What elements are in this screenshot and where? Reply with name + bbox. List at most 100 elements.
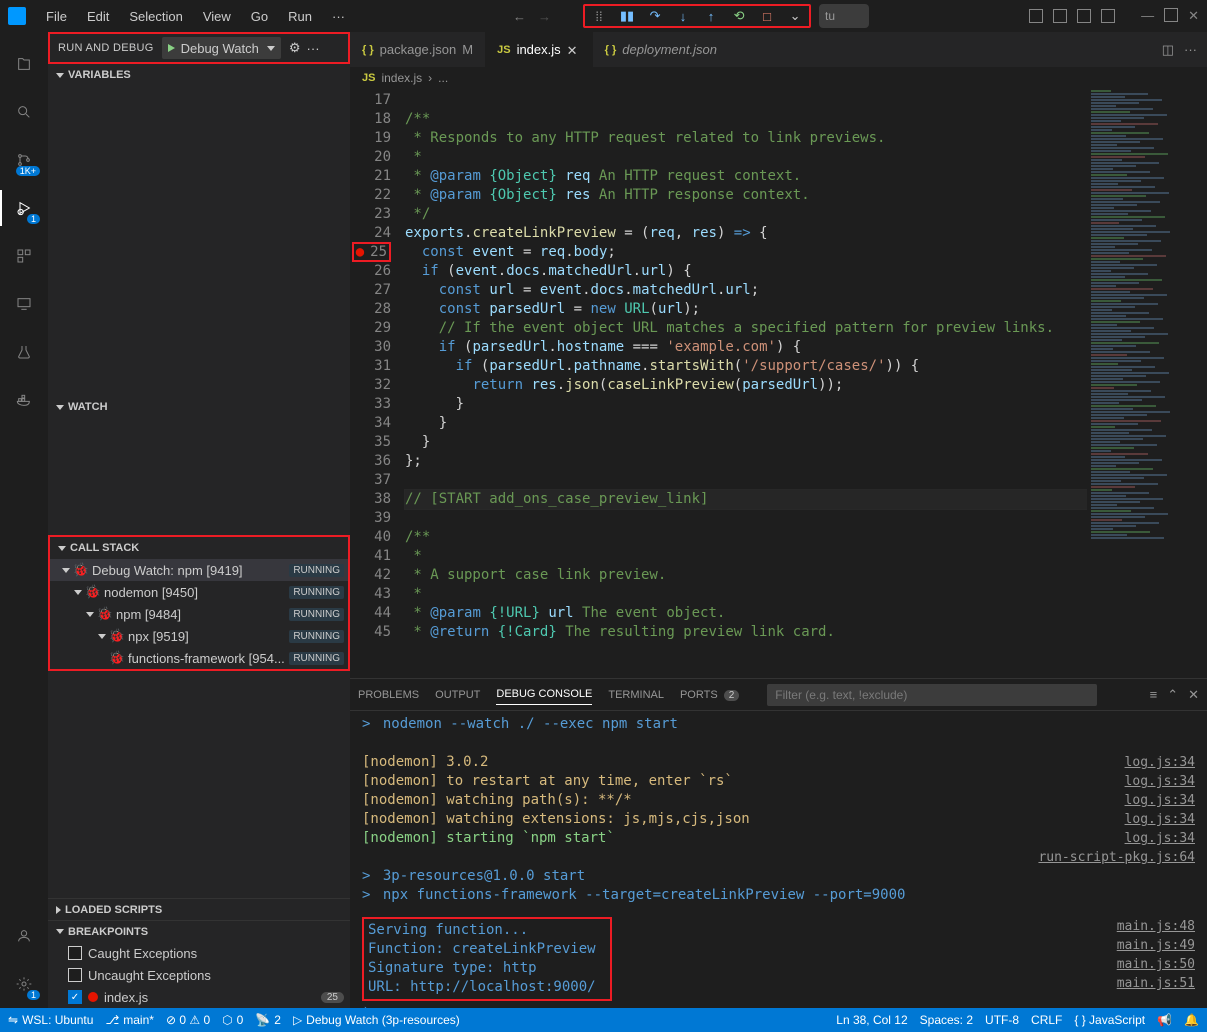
- menu-edit[interactable]: Edit: [79, 5, 117, 28]
- tab-index-js[interactable]: JS index.js ✕: [485, 32, 593, 67]
- git-branch[interactable]: ⎇ main*: [105, 1013, 154, 1027]
- window-minimize-icon[interactable]: —: [1141, 8, 1154, 24]
- window-close-icon[interactable]: ✕: [1188, 8, 1199, 24]
- editor-body[interactable]: 1718192021222324●25262728293031323334353…: [350, 89, 1207, 678]
- menu-view[interactable]: View: [195, 5, 239, 28]
- minimap[interactable]: [1087, 89, 1207, 678]
- watch-header[interactable]: WATCH: [48, 396, 350, 418]
- call-stack-item[interactable]: 🐞 npm [9484] RUNNING: [50, 603, 348, 625]
- menu-file[interactable]: File: [38, 5, 75, 28]
- remote-explorer-icon[interactable]: [0, 280, 48, 328]
- drag-handle-icon[interactable]: ⁞⁞: [591, 8, 607, 24]
- nav-forward-icon[interactable]: →: [538, 9, 551, 24]
- layout-primary-icon[interactable]: [1029, 9, 1043, 23]
- checkbox-icon[interactable]: [68, 946, 82, 960]
- call-stack-item[interactable]: 🐞 Debug Watch: npm [9419] RUNNING: [50, 559, 348, 581]
- remote-name: WSL: Ubuntu: [22, 1013, 93, 1027]
- feedback-icon[interactable]: 📢: [1157, 1013, 1172, 1027]
- eol-status[interactable]: CRLF: [1031, 1013, 1062, 1027]
- panel-tab-terminal[interactable]: TERMINAL: [608, 685, 664, 705]
- panel-tab-debug-console[interactable]: DEBUG CONSOLE: [496, 684, 592, 705]
- docker-icon[interactable]: [0, 376, 48, 424]
- breakpoint-caught-exceptions[interactable]: Caught Exceptions: [48, 942, 350, 964]
- window-maximize-icon[interactable]: [1164, 8, 1178, 22]
- tab-deployment-json[interactable]: { } deployment.json: [593, 32, 729, 67]
- breadcrumb-item[interactable]: index.js: [381, 71, 422, 85]
- tab-bar-more-icon[interactable]: ···: [1184, 42, 1197, 58]
- debug-console-filter-input[interactable]: Filter (e.g. text, !exclude): [767, 684, 1097, 706]
- explorer-icon[interactable]: [0, 40, 48, 88]
- step-out-icon[interactable]: ↑: [703, 8, 719, 24]
- restart-icon[interactable]: ⟲: [731, 8, 747, 24]
- menu-selection[interactable]: Selection: [121, 5, 190, 28]
- call-stack-item[interactable]: 🐞 functions-framework [954... RUNNING: [50, 647, 348, 669]
- loaded-scripts-header[interactable]: LOADED SCRIPTS: [48, 898, 350, 920]
- remote-indicator[interactable]: ⇋ WSL: Ubuntu: [8, 1013, 93, 1027]
- testing-icon[interactable]: [0, 328, 48, 376]
- debug-console-output[interactable]: > nodemon --watch ./ --exec npm start [n…: [350, 711, 1207, 1008]
- status-ports[interactable]: 📡 2: [255, 1013, 281, 1027]
- gear-icon[interactable]: ⚙: [289, 40, 301, 56]
- start-debug-icon[interactable]: [168, 44, 175, 52]
- language-mode[interactable]: { } JavaScript: [1074, 1013, 1145, 1027]
- panel-tab-ports[interactable]: PORTS 2: [680, 685, 739, 705]
- step-over-icon[interactable]: ↷: [647, 8, 663, 24]
- breakpoints-header[interactable]: BREAKPOINTS: [48, 920, 350, 942]
- breakpoint-file[interactable]: ✓ index.js 25: [48, 986, 350, 1008]
- breadcrumb-item[interactable]: ...: [438, 71, 448, 85]
- status-misc-0[interactable]: ⬡ 0: [222, 1013, 243, 1027]
- checkbox-checked-icon[interactable]: ✓: [68, 990, 82, 1004]
- layout-secondary-icon[interactable]: [1077, 9, 1091, 23]
- menu-run[interactable]: Run: [280, 5, 320, 28]
- call-stack-header[interactable]: CALL STACK: [50, 537, 348, 559]
- layout-customize-icon[interactable]: [1101, 9, 1115, 23]
- pause-icon[interactable]: ▮▮: [619, 8, 635, 24]
- call-stack-item[interactable]: 🐞 npx [9519] RUNNING: [50, 625, 348, 647]
- chevron-down-icon: [58, 546, 66, 551]
- debug-session-status[interactable]: ▷ Debug Watch (3p-resources): [293, 1013, 460, 1027]
- split-editor-icon[interactable]: ◫: [1162, 42, 1174, 58]
- layout-panel-icon[interactable]: [1053, 9, 1067, 23]
- tab-package-json[interactable]: { } package.json M: [350, 32, 485, 67]
- step-into-icon[interactable]: ↓: [675, 8, 691, 24]
- source-control-icon[interactable]: 1K+: [0, 136, 48, 184]
- nav-back-icon[interactable]: ←: [513, 9, 526, 24]
- stop-icon[interactable]: □: [759, 8, 775, 24]
- accounts-icon[interactable]: [0, 912, 48, 960]
- cursor-position[interactable]: Ln 38, Col 12: [836, 1013, 907, 1027]
- vscode-logo-icon: [8, 7, 26, 25]
- breakpoint-label: Uncaught Exceptions: [88, 968, 211, 983]
- more-icon[interactable]: ···: [307, 41, 320, 56]
- settings-icon[interactable]: 1: [0, 960, 48, 1008]
- launch-config-select[interactable]: Debug Watch: [162, 37, 281, 59]
- call-stack-label-text: npm [9484]: [116, 607, 181, 622]
- notifications-icon[interactable]: 🔔: [1184, 1013, 1199, 1027]
- panel-maximize-icon[interactable]: ⌃: [1167, 687, 1178, 703]
- breakpoint-uncaught-exceptions[interactable]: Uncaught Exceptions: [48, 964, 350, 986]
- code-area[interactable]: /** * Responds to any HTTP request relat…: [405, 89, 1087, 678]
- panel-close-icon[interactable]: ✕: [1188, 687, 1199, 703]
- call-stack-item[interactable]: 🐞 nodemon [9450] RUNNING: [50, 581, 348, 603]
- checkbox-icon[interactable]: [68, 968, 82, 982]
- call-stack-label-text: npx [9519]: [128, 629, 189, 644]
- watch-label: WATCH: [68, 401, 108, 413]
- indent-status[interactable]: Spaces: 2: [920, 1013, 973, 1027]
- menu-go[interactable]: Go: [243, 5, 276, 28]
- extensions-icon[interactable]: [0, 232, 48, 280]
- debug-config-chev-icon[interactable]: ⌄: [787, 8, 803, 24]
- filter-settings-icon[interactable]: ≡: [1150, 687, 1158, 703]
- variables-header[interactable]: VARIABLES: [48, 64, 350, 86]
- menu-more[interactable]: ···: [324, 5, 353, 28]
- problems-status[interactable]: ⊘ 0 ⚠ 0: [166, 1013, 210, 1027]
- tab-label: package.json: [380, 42, 457, 57]
- panel-tab-problems[interactable]: PROBLEMS: [358, 685, 419, 705]
- encoding-status[interactable]: UTF-8: [985, 1013, 1019, 1027]
- run-debug-icon[interactable]: 1: [0, 184, 48, 232]
- panel-tab-output[interactable]: OUTPUT: [435, 685, 480, 705]
- search-icon[interactable]: [0, 88, 48, 136]
- panel-tab-ports-label: PORTS: [680, 689, 718, 701]
- breadcrumb[interactable]: JS index.js › ...: [350, 67, 1207, 89]
- chevron-right-icon: [56, 906, 61, 914]
- close-icon[interactable]: ✕: [567, 43, 581, 57]
- command-center-input[interactable]: tu: [819, 4, 869, 28]
